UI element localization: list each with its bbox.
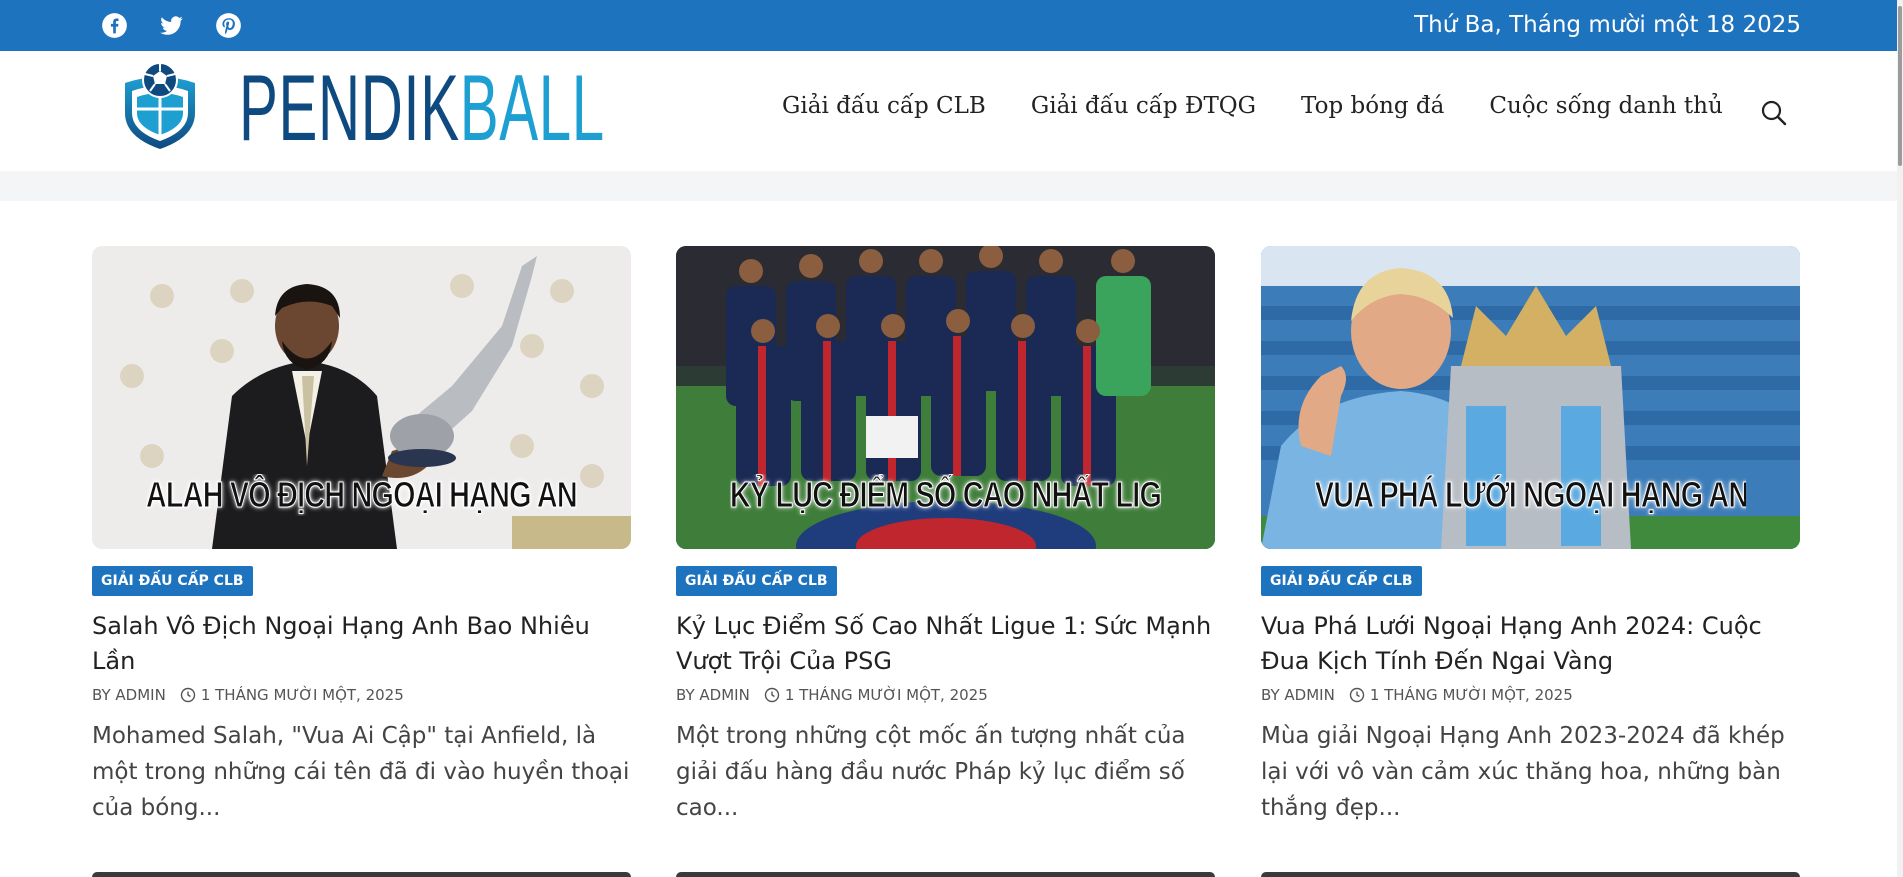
twitter-icon[interactable] bbox=[158, 12, 185, 39]
top-bar: Thứ Ba, Tháng mười một 18 2025 bbox=[0, 0, 1897, 51]
header-divider-band bbox=[0, 171, 1897, 201]
article-excerpt: Mùa giải Ngoại Hạng Anh 2023-2024 đã khé… bbox=[1261, 723, 1785, 821]
nav-item-cuoc-song-danh-thu[interactable]: Cuộc sống danh thủ bbox=[1489, 93, 1722, 119]
clock-icon bbox=[180, 687, 196, 703]
article-excerpt: Mohamed Salah, "Vua Ai Cập" tại Anfield,… bbox=[92, 723, 630, 821]
site-header: PENDIKBALL Giải đấu cấp CLB Giải đấu cấp… bbox=[0, 51, 1897, 171]
article-author[interactable]: BY ADMIN bbox=[1261, 686, 1335, 704]
article-date: 1 THÁNG MƯỜI MỘT, 2025 bbox=[784, 686, 988, 704]
category-tag[interactable]: GIẢI ĐẤU CẤP CLB bbox=[1261, 566, 1422, 596]
article-meta: BY ADMIN 1 THÁNG MƯỜI MỘT, 2025 bbox=[1261, 686, 1800, 704]
article-author[interactable]: BY ADMIN bbox=[676, 686, 750, 704]
article-title[interactable]: Vua Phá Lưới Ngoại Hạng Anh 2024: Cuộc Đ… bbox=[1261, 609, 1800, 679]
logo-part-1: PENDIK bbox=[239, 55, 460, 160]
main-nav: Giải đấu cấp CLB Giải đấu cấp ĐTQG Top b… bbox=[782, 93, 1768, 119]
site-logo[interactable]: PENDIKBALL bbox=[121, 61, 829, 155]
next-article-thumbnail[interactable] bbox=[1261, 872, 1800, 877]
article-thumbnail[interactable]: ALAH VÔ ĐỊCH NGOẠI HẠNG ANH BAO NHIÊU LẦ bbox=[92, 246, 631, 549]
search-icon[interactable] bbox=[1760, 99, 1788, 127]
clock-icon bbox=[764, 687, 780, 703]
article-card: KỶ LỤC ĐIỂM SỐ CAO NHẤT LIGUE 1 GIẢI ĐẤU… bbox=[676, 246, 1215, 826]
logo-part-2: BALL bbox=[459, 55, 605, 160]
category-tag[interactable]: GIẢI ĐẤU CẤP CLB bbox=[676, 566, 837, 596]
social-links bbox=[101, 12, 242, 39]
article-date: 1 THÁNG MƯỜI MỘT, 2025 bbox=[200, 686, 404, 704]
article-author[interactable]: BY ADMIN bbox=[92, 686, 166, 704]
category-tag[interactable]: GIẢI ĐẤU CẤP CLB bbox=[92, 566, 253, 596]
thumbnail-caption: ALAH VÔ ĐỊCH NGOẠI HẠNG ANH BAO NHIÊU LẦ bbox=[145, 474, 577, 516]
next-article-thumbnail[interactable] bbox=[92, 872, 631, 877]
nav-item-giai-dau-cap-dtqg[interactable]: Giải đấu cấp ĐTQG bbox=[1031, 93, 1256, 119]
article-title[interactable]: Salah Vô Địch Ngoại Hạng Anh Bao Nhiêu L… bbox=[92, 609, 631, 679]
current-date: Thứ Ba, Tháng mười một 18 2025 bbox=[1414, 12, 1801, 38]
thumbnail-caption: VUA PHÁ LƯỚI NGOẠI HẠNG ANH 2024 bbox=[1314, 474, 1746, 516]
pinterest-icon[interactable] bbox=[215, 12, 242, 39]
clock-icon bbox=[1349, 687, 1365, 703]
article-thumbnail[interactable]: KỶ LỤC ĐIỂM SỐ CAO NHẤT LIGUE 1 bbox=[676, 246, 1215, 549]
scrollbar[interactable] bbox=[1897, 0, 1903, 877]
nav-item-top-bong-da[interactable]: Top bóng đá bbox=[1301, 93, 1444, 119]
article-meta: BY ADMIN 1 THÁNG MƯỜI MỘT, 2025 bbox=[676, 686, 1215, 704]
article-date: 1 THÁNG MƯỜI MỘT, 2025 bbox=[1369, 686, 1573, 704]
article-title[interactable]: Kỷ Lục Điểm Số Cao Nhất Ligue 1: Sức Mạn… bbox=[676, 609, 1215, 679]
thumbnail-caption: KỶ LỤC ĐIỂM SỐ CAO NHẤT LIGUE 1 bbox=[729, 474, 1162, 516]
shield-ball-icon bbox=[121, 61, 199, 155]
article-card: VUA PHÁ LƯỚI NGOẠI HẠNG ANH 2024 GIẢI ĐẤ… bbox=[1261, 246, 1800, 826]
article-card: ALAH VÔ ĐỊCH NGOẠI HẠNG ANH BAO NHIÊU LẦ… bbox=[92, 246, 631, 826]
scrollbar-thumb[interactable] bbox=[1898, 6, 1902, 166]
nav-item-giai-dau-cap-clb[interactable]: Giải đấu cấp CLB bbox=[782, 93, 986, 119]
next-article-thumbnail[interactable] bbox=[676, 872, 1215, 877]
article-meta: BY ADMIN 1 THÁNG MƯỜI MỘT, 2025 bbox=[92, 686, 631, 704]
article-thumbnail[interactable]: VUA PHÁ LƯỚI NGOẠI HẠNG ANH 2024 bbox=[1261, 246, 1800, 549]
logo-wordmark: PENDIKBALL bbox=[239, 61, 605, 155]
article-excerpt: Một trong những cột mốc ấn tượng nhất củ… bbox=[676, 723, 1186, 821]
facebook-icon[interactable] bbox=[101, 12, 128, 39]
